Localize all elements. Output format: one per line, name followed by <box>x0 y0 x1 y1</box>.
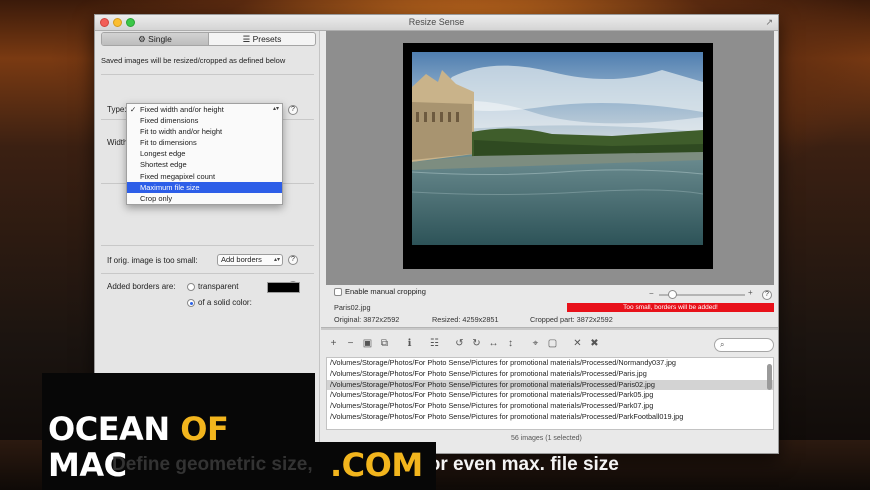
clear-icon[interactable]: ✕ <box>569 337 586 351</box>
menu-item-fixed-width-height[interactable]: Fixed width and/or height <box>127 104 282 115</box>
too-small-label: If orig. image is too small: <box>107 256 198 265</box>
tab-presets-label: Presets <box>252 34 282 44</box>
split-divider[interactable] <box>321 327 778 330</box>
too-small-value: Add borders <box>221 255 262 264</box>
tab-single-label: Single <box>148 34 172 44</box>
file-row[interactable]: /Volumes/Storage/Photos/For Photo Sense/… <box>327 390 773 401</box>
images-count: 56 images (1 selected) <box>511 435 582 442</box>
file-list-scrollbar[interactable] <box>767 360 772 426</box>
too-small-help-button[interactable]: ? <box>288 255 298 265</box>
rotate-left-icon[interactable]: ↺ <box>451 337 468 351</box>
menu-item-fit-width-height[interactable]: Fit to width and/or height <box>127 126 282 137</box>
remove-icon[interactable]: − <box>342 337 359 351</box>
manual-crop-label: Enable manual cropping <box>345 287 426 296</box>
toolbar-gap <box>519 337 527 351</box>
type-label: Type: <box>107 105 127 114</box>
tab-single[interactable]: ⚙ Single <box>102 33 209 45</box>
width-label: Width <box>107 138 128 147</box>
info-icon[interactable]: ℹ <box>401 337 418 351</box>
file-toolbar: + − ▣ ⧉ ℹ ☷ ↺ ↻ ↔ ↕ ⌖ ▢ ✕ ✖ <box>325 337 603 351</box>
mode-segmented-control: ⚙ Single ☰ Presets <box>101 32 316 46</box>
flip-vertical-icon[interactable]: ↕ <box>502 337 519 351</box>
window-title: Resize Sense <box>408 17 465 27</box>
file-row[interactable]: /Volumes/Storage/Photos/For Photo Sense/… <box>327 369 773 380</box>
preview-photo <box>412 52 703 245</box>
toolbar-gap <box>561 337 569 351</box>
popup-arrows-icon: ▴▾ <box>273 257 280 263</box>
clear-all-icon[interactable]: ✖ <box>586 337 603 351</box>
menu-item-longest-edge[interactable]: Longest edge <box>127 148 282 159</box>
menu-item-max-file-size[interactable]: Maximum file size <box>127 181 282 193</box>
caption-part1: Define geometric size, pi <box>112 454 335 475</box>
fullscreen-icon[interactable]: ↗ <box>765 17 773 28</box>
gear-icon: ⚙ <box>138 34 146 44</box>
cropped-size: Cropped part: 3872x2592 <box>530 315 613 324</box>
saved-note: Saved images will be resized/cropped as … <box>101 56 286 65</box>
menu-item-crop-only[interactable]: Crop only <box>127 193 282 204</box>
flip-horizontal-icon[interactable]: ↔ <box>485 337 502 351</box>
menu-item-megapixel-count[interactable]: Fixed megapixel count <box>127 171 282 182</box>
border-color-well[interactable] <box>267 282 300 293</box>
file-row[interactable]: /Volumes/Storage/Photos/For Photo Sense/… <box>327 358 773 369</box>
add-icon[interactable]: + <box>325 337 342 351</box>
tab-presets[interactable]: ☰ Presets <box>209 33 315 45</box>
solid-color-radio[interactable] <box>187 299 195 307</box>
border-frame <box>403 43 713 269</box>
file-row-selected[interactable]: /Volumes/Storage/Photos/For Photo Sense/… <box>327 379 773 391</box>
file-row[interactable]: /Volumes/Storage/Photos/For Photo Sense/… <box>327 412 773 423</box>
watermark-ocean: OCEAN <box>48 410 181 448</box>
warning-banner: Too small, borders will be added! <box>567 303 774 312</box>
border-icon[interactable]: ▢ <box>544 337 561 351</box>
watermark-of: OF <box>180 410 229 448</box>
type-popup-arrows-icon: ▴▾ <box>272 106 279 112</box>
crop-icon[interactable]: ⌖ <box>527 337 544 351</box>
zoom-out-icon[interactable]: − <box>649 289 654 298</box>
file-name: Paris02.jpg <box>334 303 371 312</box>
image-preview[interactable] <box>326 31 774 285</box>
rotate-right-icon[interactable]: ↻ <box>468 337 485 351</box>
watermark-com: .COM <box>330 446 423 484</box>
menu-item-fixed-dimensions[interactable]: Fixed dimensions <box>127 115 282 126</box>
title-bar: Resize Sense ↗ <box>95 15 778 31</box>
zoom-slider-knob[interactable] <box>668 290 678 299</box>
transparent-radio[interactable] <box>187 283 195 291</box>
search-icon: ⌕ <box>720 340 725 349</box>
type-help-button[interactable]: ? <box>288 105 298 115</box>
zoom-slider[interactable] <box>659 290 745 299</box>
preview-pane: Enable manual cropping − + ? Paris02.jpg… <box>321 31 778 453</box>
copy-icon[interactable]: ⧉ <box>376 337 393 351</box>
too-small-popup[interactable]: Add borders ▴▾ <box>217 254 283 266</box>
menu-item-shortest-edge[interactable]: Shortest edge <box>127 159 282 170</box>
menu-item-fit-dimensions[interactable]: Fit to dimensions <box>127 137 282 148</box>
save-icon[interactable]: ▣ <box>359 337 376 351</box>
transparent-label: transparent <box>198 282 239 291</box>
file-list[interactable]: /Volumes/Storage/Photos/For Photo Sense/… <box>326 357 774 430</box>
solid-color-label: of a solid color: <box>198 298 252 307</box>
manual-crop-control[interactable]: Enable manual cropping <box>334 287 426 296</box>
crop-help-button[interactable]: ? <box>762 290 772 300</box>
toolbar-gap <box>418 337 426 351</box>
borders-label: Added borders are: <box>107 282 176 291</box>
scroll-thumb[interactable] <box>767 364 772 390</box>
resized-size: Resized: 4259x2851 <box>432 315 499 324</box>
divider <box>101 74 314 75</box>
list-icon: ☰ <box>242 34 251 44</box>
type-dropdown-menu[interactable]: Fixed width and/or height Fixed dimensio… <box>126 103 283 205</box>
divider <box>101 273 314 274</box>
zoom-in-icon[interactable]: + <box>748 288 753 297</box>
toolbar-gap <box>393 337 401 351</box>
divider <box>101 245 314 246</box>
original-size: Original: 3872x2592 <box>334 315 400 324</box>
search-field[interactable]: ⌕ <box>714 338 774 352</box>
toolbar-gap <box>443 337 451 351</box>
grid-icon[interactable]: ☷ <box>426 337 443 351</box>
manual-crop-checkbox[interactable] <box>334 287 342 296</box>
file-row[interactable]: /Volumes/Storage/Photos/For Photo Sense/… <box>327 401 773 412</box>
paris-photo-illustration <box>412 52 703 245</box>
